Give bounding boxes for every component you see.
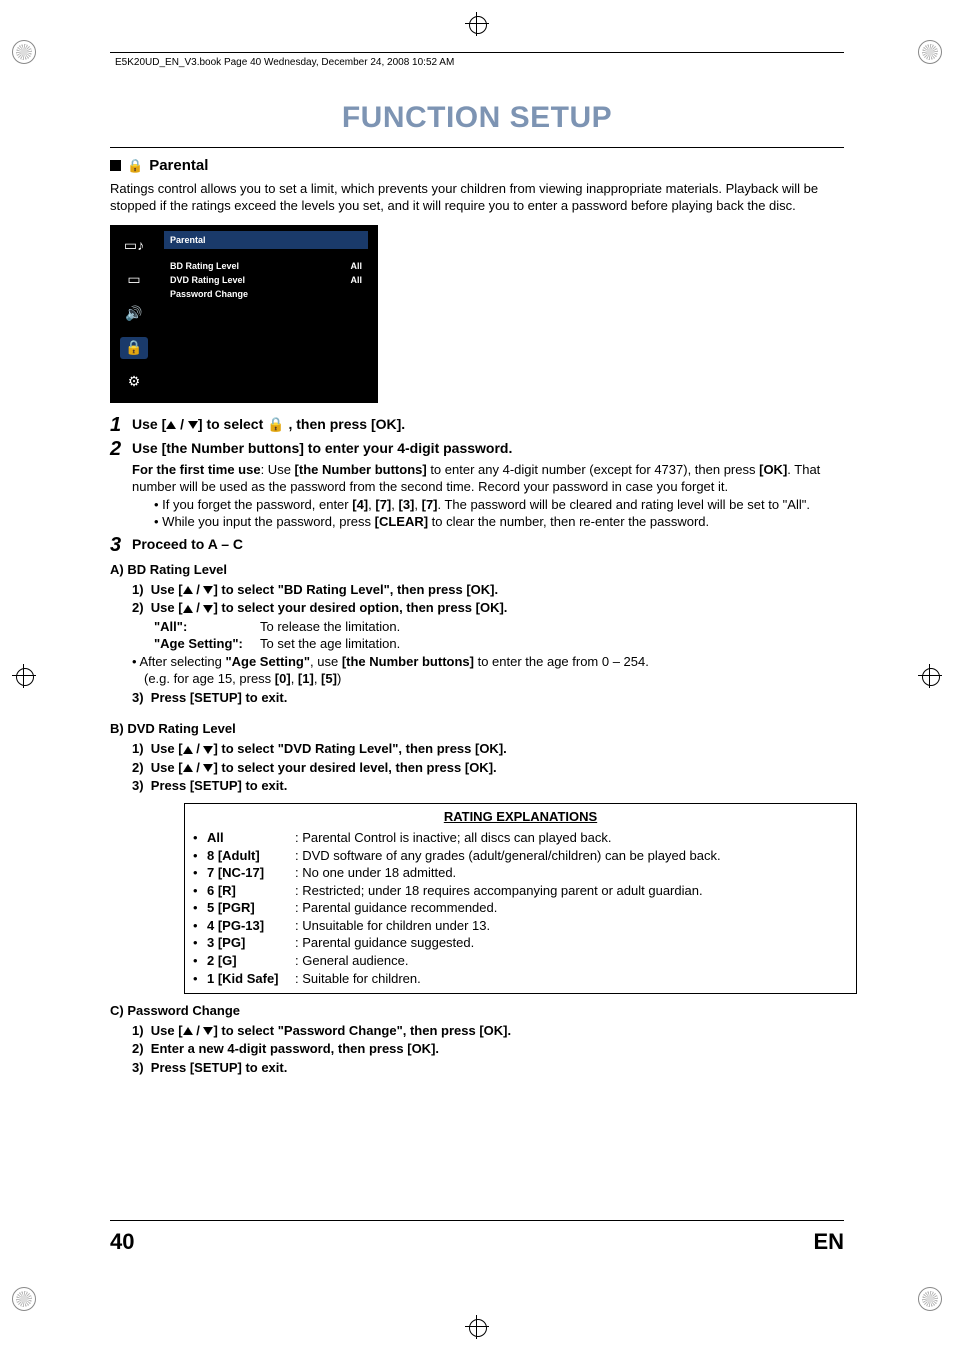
down-arrow-icon	[203, 586, 213, 594]
bullet: If you forget the password, enter [4], […	[154, 496, 844, 514]
display-icon: ▭♪	[120, 235, 148, 257]
up-arrow-icon	[183, 605, 193, 613]
subsection-c-list: 1) Use [ / ] to select "Password Change"…	[132, 1022, 844, 1077]
register-mark-icon	[12, 664, 36, 688]
rating-row: •8 [Adult]: DVD software of any grades (…	[193, 847, 848, 865]
lock-icon: 🔒	[267, 416, 284, 432]
osd-menu-screenshot: ▭♪ ▭ 🔊 🔒 ⚙ Parental BD Rating LevelAll D…	[110, 225, 378, 403]
step-text: Use [ / ] to select 🔒 , then press [OK].	[132, 415, 405, 434]
subsection-a-title: A) BD Rating Level	[110, 561, 844, 579]
bullet: While you input the password, press [CLE…	[154, 513, 844, 531]
rating-row: •1 [Kid Safe]: Suitable for children.	[193, 970, 848, 988]
osd-title: Parental	[164, 231, 368, 249]
subsection-b-title: B) DVD Rating Level	[110, 720, 844, 738]
section-label: Parental	[149, 156, 208, 176]
page-title: FUNCTION SETUP	[110, 98, 844, 139]
step-3: 3 Proceed to A – C	[110, 535, 844, 555]
up-arrow-icon	[166, 421, 176, 429]
definition-row: "Age Setting":To set the age limitation.	[154, 635, 844, 653]
crop-mark-icon	[12, 40, 36, 64]
example-line: (e.g. for age 15, press [0], [1], [5])	[144, 670, 844, 688]
section-intro: Ratings control allows you to set a limi…	[110, 180, 844, 215]
subsection-a-list: 1) Use [ / ] to select "BD Rating Level"…	[132, 581, 844, 617]
gear-icon: ⚙	[120, 371, 148, 393]
crop-mark-icon	[918, 1287, 942, 1311]
rating-row: •7 [NC-17]: No one under 18 admitted.	[193, 864, 848, 882]
step-text: Proceed to A – C	[132, 535, 243, 554]
step-1: 1 Use [ / ] to select 🔒 , then press [OK…	[110, 415, 844, 435]
osd-main: Parental BD Rating LevelAll DVD Rating L…	[158, 225, 378, 403]
rating-row: •3 [PG]: Parental guidance suggested.	[193, 934, 848, 952]
page-footer: 40 EN	[110, 1220, 844, 1257]
osd-row: Password Change	[164, 287, 368, 301]
subsection-c-title: C) Password Change	[110, 1002, 844, 1020]
crop-mark-icon	[12, 1287, 36, 1311]
down-arrow-icon	[188, 421, 198, 429]
down-arrow-icon	[203, 764, 213, 772]
up-arrow-icon	[183, 746, 193, 754]
subsection-b-list: 1) Use [ / ] to select "DVD Rating Level…	[132, 740, 844, 795]
register-mark-icon	[465, 1315, 489, 1339]
section-heading: 🔒 Parental	[110, 156, 844, 176]
up-arrow-icon	[183, 1027, 193, 1035]
definition-row: "All":To release the limitation.	[154, 618, 844, 636]
rating-row: •4 [PG-13]: Unsuitable for children unde…	[193, 917, 848, 935]
audio-icon: 🔊	[120, 303, 148, 325]
lock-icon: 🔒	[120, 337, 148, 359]
rating-row: •All: Parental Control is inactive; all …	[193, 829, 848, 847]
rating-row: •2 [G]: General audience.	[193, 952, 848, 970]
crop-mark-icon	[918, 40, 942, 64]
step-number: 1	[110, 415, 126, 435]
rating-row: •5 [PGR]: Parental guidance recommended.	[193, 899, 848, 917]
rating-explanations-box: RATING EXPLANATIONS •All: Parental Contr…	[184, 803, 857, 994]
register-mark-icon	[918, 664, 942, 688]
down-arrow-icon	[203, 746, 213, 754]
bullet: After selecting "Age Setting", use [the …	[132, 653, 844, 671]
step-number: 3	[110, 535, 126, 555]
osd-row: BD Rating LevelAll	[164, 259, 368, 273]
rating-row: •6 [R]: Restricted; under 18 requires ac…	[193, 882, 848, 900]
rating-title: RATING EXPLANATIONS	[193, 808, 848, 826]
video-icon: ▭	[120, 269, 148, 291]
title-rule	[110, 147, 844, 148]
up-arrow-icon	[183, 586, 193, 594]
step-text: Use [the Number buttons] to enter your 4…	[132, 439, 512, 458]
down-arrow-icon	[203, 605, 213, 613]
lock-icon: 🔒	[127, 157, 143, 175]
subsection-a-list2: 3) Press [SETUP] to exit.	[132, 689, 844, 707]
osd-sidebar: ▭♪ ▭ 🔊 🔒 ⚙	[110, 225, 158, 403]
language-code: EN	[813, 1227, 844, 1257]
up-arrow-icon	[183, 764, 193, 772]
header-caption: E5K20UD_EN_V3.book Page 40 Wednesday, De…	[115, 56, 454, 70]
step-2-body: For the first time use: Use [the Number …	[132, 461, 844, 531]
header-rule	[110, 52, 844, 53]
down-arrow-icon	[203, 1027, 213, 1035]
page-number: 40	[110, 1227, 134, 1257]
step-number: 2	[110, 439, 126, 459]
osd-row: DVD Rating LevelAll	[164, 273, 368, 287]
register-mark-icon	[465, 12, 489, 36]
step-2: 2 Use [the Number buttons] to enter your…	[110, 439, 844, 459]
square-bullet-icon	[110, 160, 121, 171]
page: E5K20UD_EN_V3.book Page 40 Wednesday, De…	[0, 0, 954, 1351]
